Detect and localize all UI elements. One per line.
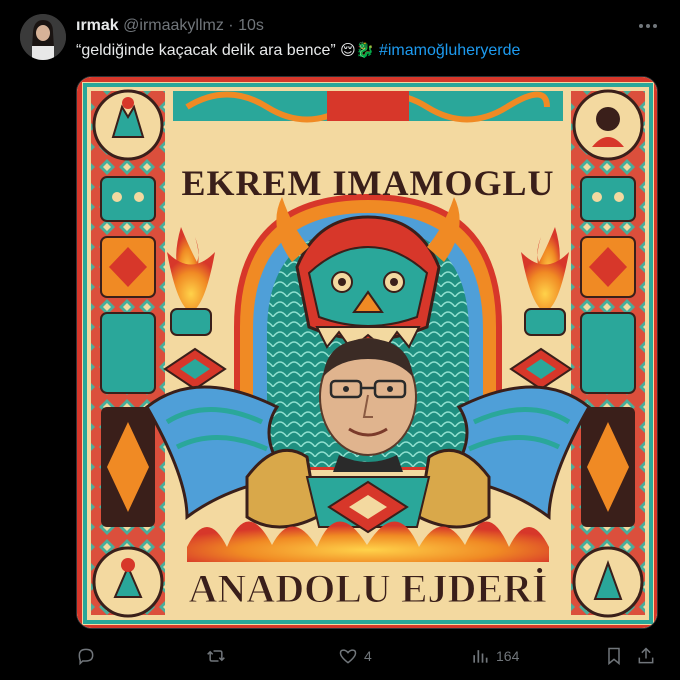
tweet-actions: 4 164 — [76, 642, 662, 670]
more-options-icon[interactable] — [636, 14, 660, 38]
separator-dot: · — [228, 17, 234, 34]
poster-artwork: EKREM IMAMOGLU ANADOLU EJDERİ — [77, 77, 657, 628]
tweet-quote: “geldiğinde kaçacak delik ara bence” — [76, 42, 336, 59]
bookmark-icon — [608, 647, 620, 666]
reply-button[interactable] — [76, 642, 96, 670]
like-button[interactable]: 4 — [338, 642, 372, 670]
user-handle[interactable]: @irmaakyllmz — [123, 17, 224, 34]
retweet-icon — [207, 650, 225, 662]
share-button[interactable] — [636, 642, 656, 670]
tweet-header: ırmak @irmaakyllmz · 10s — [76, 16, 264, 36]
tweet: ırmak @irmaakyllmz · 10s “geldiğinde kaç… — [0, 0, 680, 680]
views-button[interactable]: 164 — [470, 642, 519, 670]
avatar[interactable] — [20, 14, 66, 60]
hashtag-link[interactable]: #imamoğluheryerde — [379, 42, 520, 59]
like-count: 4 — [364, 648, 372, 664]
retweet-button[interactable] — [206, 642, 226, 670]
poster-title: EKREM IMAMOGLU — [182, 163, 555, 203]
views-icon — [473, 650, 488, 663]
timestamp[interactable]: 10s — [238, 17, 264, 34]
tweet-emojis: 😌🐉 — [340, 42, 375, 59]
heart-icon — [339, 649, 357, 664]
share-icon — [638, 647, 654, 664]
reply-icon — [78, 648, 94, 666]
views-count: 164 — [496, 648, 520, 664]
display-name[interactable]: ırmak — [76, 17, 119, 34]
tweet-text: “geldiğinde kaçacak delik ara bence” 😌🐉 … — [76, 40, 520, 62]
bookmark-button[interactable] — [604, 642, 624, 670]
poster-subtitle: ANADOLU EJDERİ — [189, 566, 548, 611]
tweet-media-image[interactable]: EKREM IMAMOGLU ANADOLU EJDERİ — [76, 76, 658, 629]
